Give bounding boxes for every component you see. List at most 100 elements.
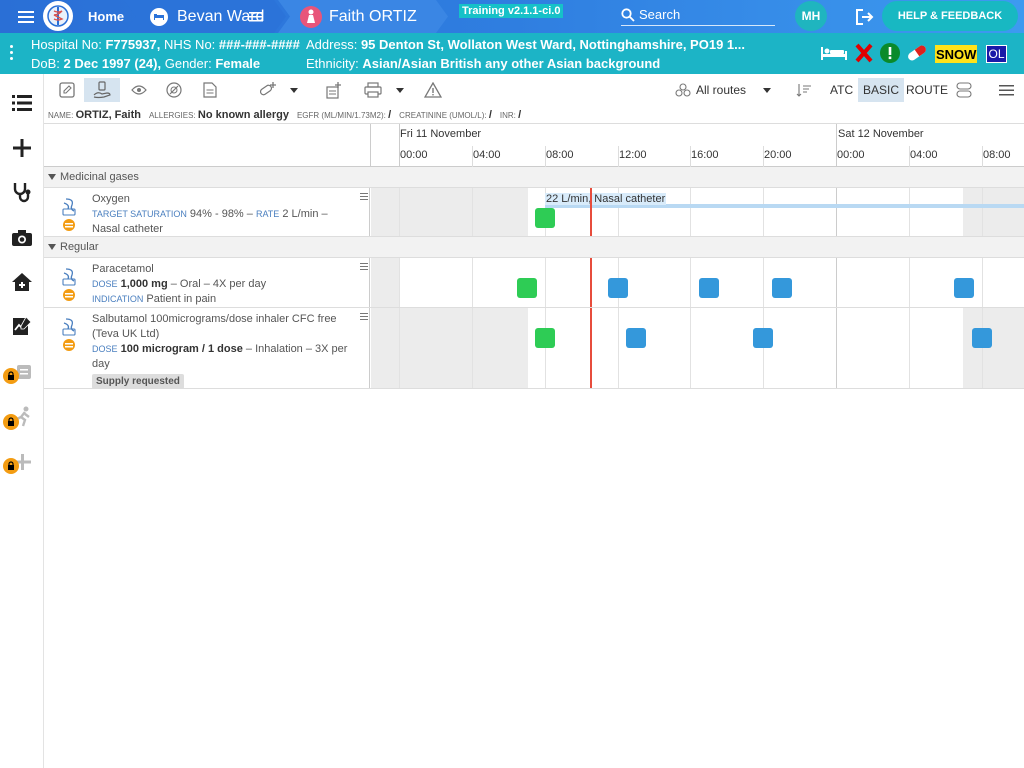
route-view-button[interactable]: ROUTE [901, 78, 953, 102]
prescription-row-oxygen[interactable]: Oxygen TARGET SATURATION 94% - 98% – RAT… [44, 188, 1024, 237]
lock-icon [3, 368, 19, 384]
locked-add-item[interactable] [0, 442, 44, 482]
locked-exit-item[interactable] [0, 396, 44, 436]
patient-link-label[interactable]: Faith ORTIZ [329, 0, 417, 33]
chart-toolbar: All routes ATC BASIC ROUTE [44, 74, 1024, 106]
ward-menu-icon[interactable] [249, 0, 263, 33]
medication-chart-grid: Fri 11 November Sat 12 November 00:00 04… [44, 124, 1024, 768]
user-avatar[interactable]: MH [795, 1, 827, 31]
row-menu-icon[interactable] [360, 313, 368, 322]
dose-marker-given[interactable] [535, 328, 555, 348]
timeline-header: Fri 11 November Sat 12 November 00:00 04… [44, 124, 1024, 167]
timeline-track[interactable] [371, 258, 1024, 307]
drug-name: Salbutamol 100micrograms/dose inhaler CF… [92, 313, 337, 340]
help-feedback-button[interactable]: HELP & FEEDBACK [882, 1, 1018, 31]
hour-label: 16:00 [691, 149, 719, 161]
add-prescription-icon[interactable] [0, 128, 44, 168]
administer-icon[interactable] [84, 78, 120, 102]
drug-name: Paracetamol [92, 263, 154, 275]
add-order-icon[interactable] [322, 78, 344, 102]
dose-marker-due[interactable] [753, 328, 773, 348]
dose-marker-due[interactable] [626, 328, 646, 348]
atc-view-button[interactable]: ATC [825, 78, 858, 102]
collapse-triangle-icon[interactable] [48, 174, 56, 180]
prescriber-icon [62, 198, 76, 231]
patient-banner: Hospital No: F775937, NHS No: ###-###-##… [0, 33, 1024, 74]
home-discharge-icon[interactable] [0, 262, 44, 302]
dose-marker-due[interactable] [772, 278, 792, 298]
top-navigation-bar: Home Bevan Ward Faith ORTIZ Training v2.… [0, 0, 1024, 33]
current-time-line [590, 308, 592, 388]
prescription-details[interactable]: Paracetamol DOSE 1,000 mg – Oral – 4X pe… [44, 258, 370, 307]
document-icon[interactable] [199, 78, 221, 102]
ol-badge[interactable]: OL [986, 45, 1007, 63]
prescription-row-salbutamol[interactable]: Salbutamol 100micrograms/dose inhaler CF… [44, 308, 1024, 389]
warning-triangle-icon[interactable] [422, 78, 444, 102]
discontinue-icon[interactable] [163, 78, 185, 102]
hour-label: 08:00 [546, 149, 574, 161]
routes-dropdown-icon[interactable] [761, 78, 773, 102]
print-icon[interactable] [362, 78, 384, 102]
prescriber-icon [62, 318, 76, 351]
view-eye-icon[interactable] [128, 78, 150, 102]
hamburger-menu-icon[interactable] [18, 0, 36, 33]
pills-grouping-icon[interactable] [954, 78, 974, 102]
dose-marker-due[interactable] [972, 328, 992, 348]
left-sidebar [0, 74, 44, 768]
chart-report-icon[interactable] [0, 306, 44, 346]
dose-marker-given[interactable] [535, 208, 555, 228]
routes-filter-select[interactable]: All routes [691, 78, 751, 102]
add-pill-dropdown-icon[interactable] [288, 78, 300, 102]
date-of-birth: DoB: 2 Dec 1997 (24), Gender: Female [31, 56, 261, 71]
hour-label: 12:00 [619, 149, 647, 161]
search-box[interactable] [621, 4, 775, 26]
chart-list-icon[interactable] [0, 83, 44, 123]
timeline-track[interactable] [371, 308, 1024, 388]
sort-icon[interactable] [794, 78, 814, 102]
lock-icon [3, 458, 19, 474]
add-pill-icon[interactable] [257, 78, 279, 102]
routes-icon [674, 78, 692, 102]
row-menu-icon[interactable] [360, 193, 368, 202]
day-label: Fri 11 November [400, 128, 482, 140]
section-header-medicinal-gases[interactable]: Medicinal gases [44, 167, 1024, 188]
timeline-track[interactable]: 22 L/min, Nasal catheter [371, 188, 1024, 236]
basic-view-button[interactable]: BASIC [858, 78, 905, 102]
snow-badge[interactable]: SNOW [935, 45, 978, 63]
hour-label: 00:00 [400, 149, 428, 161]
drug-name: Oxygen [92, 193, 130, 205]
supply-status-badge: Supply requested [92, 374, 184, 389]
toolbar-menu-icon[interactable] [996, 78, 1016, 102]
prescription-details[interactable]: Salbutamol 100micrograms/dose inhaler CF… [44, 308, 370, 389]
prescription-row-paracetamol[interactable]: Paracetamol DOSE 1,000 mg – Oral – 4X pe… [44, 258, 1024, 308]
hour-label: 20:00 [764, 149, 792, 161]
bed-status-icon[interactable] [820, 41, 848, 65]
camera-icon[interactable] [0, 218, 44, 258]
print-dropdown-icon[interactable] [394, 78, 406, 102]
locked-transfer-item[interactable] [0, 352, 44, 392]
logout-icon[interactable] [855, 0, 877, 33]
row-menu-icon[interactable] [360, 263, 368, 272]
collapse-triangle-icon[interactable] [48, 244, 56, 250]
search-input[interactable] [639, 7, 769, 22]
hour-label: 08:00 [983, 149, 1011, 161]
info-inr: INR: / [499, 108, 522, 121]
edit-chart-icon[interactable] [56, 78, 78, 102]
dose-marker-due[interactable] [699, 278, 719, 298]
alert-x-icon[interactable] [855, 41, 873, 65]
dose-marker-given[interactable] [517, 278, 537, 298]
banner-more-icon[interactable] [10, 45, 16, 63]
warning-exclamation-icon[interactable] [880, 41, 900, 65]
stethoscope-icon[interactable] [0, 172, 44, 212]
medication-pill-icon[interactable] [905, 41, 929, 65]
patient-address: Address: 95 Denton St, Wollaton West War… [306, 37, 745, 52]
app-logo[interactable] [43, 1, 73, 31]
info-name: NAME: ORTIZ, Faith [48, 108, 141, 121]
dose-marker-due[interactable] [954, 278, 974, 298]
prescription-details[interactable]: Oxygen TARGET SATURATION 94% - 98% – RAT… [44, 188, 370, 236]
home-link[interactable]: Home [80, 0, 132, 33]
section-header-regular[interactable]: Regular [44, 237, 1024, 258]
hour-label: 04:00 [910, 149, 938, 161]
dose-marker-due[interactable] [608, 278, 628, 298]
search-icon [621, 7, 635, 22]
